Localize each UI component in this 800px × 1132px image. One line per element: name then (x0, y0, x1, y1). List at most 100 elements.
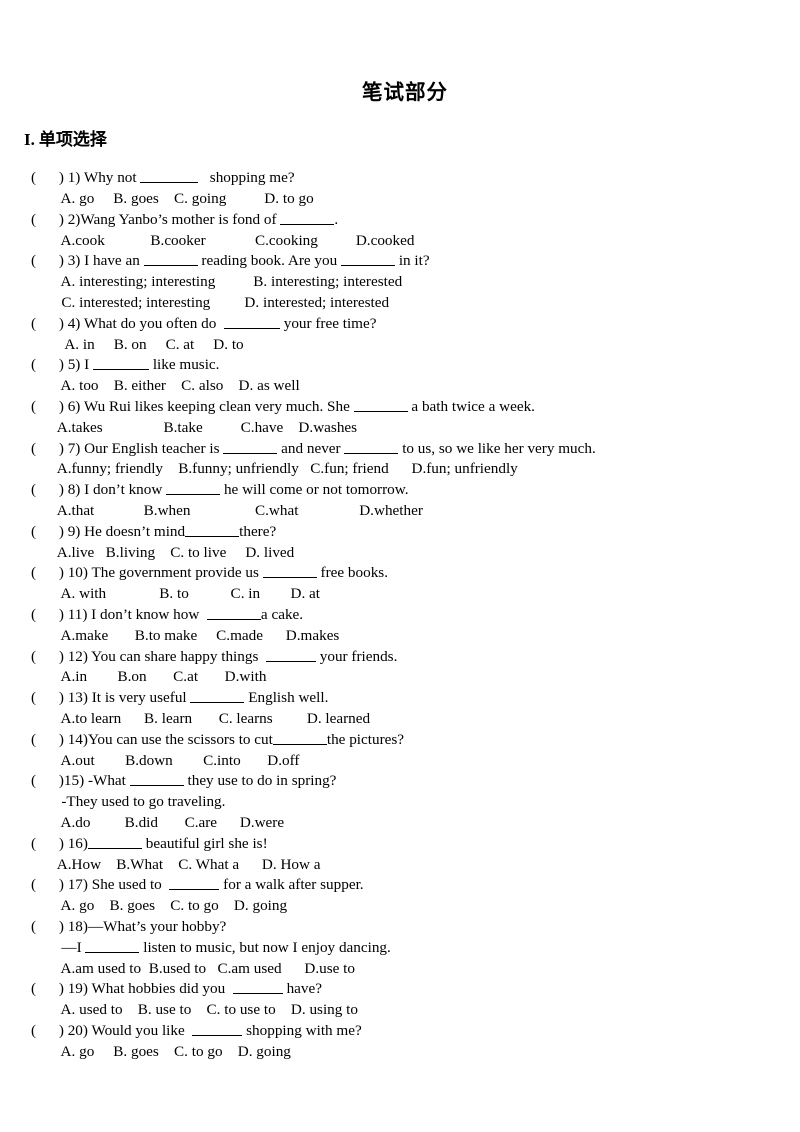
answer-blank[interactable] (143, 251, 198, 267)
question-text: have? (282, 980, 322, 998)
question-options[interactable]: A.funny; friendly B.funny; unfriendly C.… (0, 459, 800, 480)
answer-box[interactable]: ( ) (31, 440, 64, 457)
answer-box[interactable]: ( ) (31, 315, 64, 332)
question-options[interactable]: A. go B. goes C. to go D. going (0, 896, 800, 917)
question-stem: ( )15) -What they use to do in spring? (0, 771, 800, 792)
question-options[interactable]: A.live B.living C. to live D. lived (0, 543, 800, 564)
question-text: 20) Would you like (63, 1021, 193, 1039)
answer-blank[interactable] (272, 730, 327, 745)
answer-blank[interactable] (85, 938, 140, 953)
question-options[interactable]: A.in B.on C.at D.with (0, 667, 800, 688)
question-text: 2)Wang Yanbo’s mother is fond of (63, 210, 281, 228)
answer-blank[interactable] (223, 439, 278, 454)
question-stem: ( ) 6) Wu Rui likes keeping clean very m… (0, 397, 800, 418)
answer-blank[interactable] (232, 979, 283, 995)
answer-box[interactable]: ( ) (31, 835, 64, 852)
answer-blank[interactable] (206, 605, 261, 620)
question-text: 8) I don’t know (63, 481, 167, 499)
question-text: there? (239, 522, 277, 540)
question-options[interactable]: A.takes B.take C.have D.washes (0, 418, 800, 439)
question-text: 9) He doesn’t mind (63, 522, 186, 540)
question-options[interactable]: A.cook B.cooker C.cooking D.cooked (0, 231, 800, 252)
answer-box[interactable]: ( ) (31, 772, 64, 789)
question-options[interactable]: A. in B. on C. at D. to (0, 335, 800, 356)
question-item: ( ) 14)You can use the scissors to cut th… (0, 730, 800, 772)
answer-box[interactable]: ( ) (31, 481, 64, 498)
question-options[interactable]: A.out B.down C.into D.off (0, 751, 800, 772)
answer-blank[interactable] (192, 1021, 243, 1036)
question-item: ( ) 4) What do you often do your free ti… (0, 314, 800, 356)
answer-box[interactable]: ( ) (31, 980, 64, 997)
question-text: 17) She used to (63, 876, 170, 894)
question-stem: ( ) 9) He doesn’t mind there? (0, 522, 800, 543)
question-options[interactable]: A.How B.What C. What a D. How a (0, 855, 800, 876)
question-sub-line: —I listen to music, but now I enjoy danc… (0, 938, 800, 959)
question-text: to us, so we like her very much. (398, 439, 596, 457)
question-options[interactable]: A. go B. goes C. going D. to go (0, 189, 800, 210)
answer-blank[interactable] (265, 647, 316, 662)
question-options[interactable]: A. too B. either C. also D. as well (0, 376, 800, 397)
question-options[interactable]: A.am used to B.used to C.am used D.use t… (0, 959, 800, 980)
question-options[interactable]: A.do B.did C.are D.were (0, 813, 800, 834)
question-options[interactable]: A. go B. goes C. to go D. going (0, 1042, 800, 1063)
answer-blank[interactable] (140, 168, 199, 184)
question-text: they use to do in spring? (183, 772, 337, 790)
question-stem: ( ) 10) The government provide us free b… (0, 563, 800, 584)
question-stem: ( ) 14)You can use the scissors to cut th… (0, 730, 800, 751)
answer-box[interactable]: ( ) (31, 252, 64, 269)
answer-box[interactable]: ( ) (31, 1022, 64, 1039)
answer-blank[interactable] (341, 251, 396, 267)
answer-box[interactable]: ( ) (31, 564, 64, 581)
question-text: -They used to go traveling. (31, 793, 226, 811)
question-options[interactable]: A. with B. to C. in D. at (0, 584, 800, 605)
answer-blank[interactable] (129, 771, 184, 787)
question-text: for a walk after supper. (219, 876, 364, 894)
question-options[interactable]: A.that B.when C.what D.whether (0, 501, 800, 522)
answer-box[interactable]: ( ) (31, 356, 64, 373)
answer-blank[interactable] (87, 834, 142, 849)
answer-blank[interactable] (166, 480, 221, 496)
answer-blank[interactable] (185, 522, 240, 537)
answer-blank[interactable] (223, 314, 280, 329)
question-options[interactable]: A.make B.to make C.made D.makes (0, 626, 800, 647)
answer-box[interactable]: ( ) (31, 523, 64, 540)
question-options[interactable]: A. interesting; interesting B. interesti… (0, 272, 800, 293)
question-text: a bath twice a week. (407, 398, 535, 415)
question-options[interactable]: C. interested; interesting D. interested… (0, 293, 800, 314)
answer-blank[interactable] (262, 563, 317, 579)
answer-box[interactable]: ( ) (31, 398, 64, 415)
question-text: beautiful girl she is! (141, 834, 268, 852)
answer-box[interactable]: ( ) (31, 918, 64, 935)
answer-box[interactable]: ( ) (31, 876, 64, 893)
question-stem: ( ) 16) beautiful girl she is! (0, 834, 800, 855)
answer-box[interactable]: ( ) (31, 606, 64, 623)
question-text: shopping me? (198, 169, 295, 187)
question-options[interactable]: A.to learn B. learn C. learns D. learned (0, 709, 800, 730)
answer-box[interactable]: ( ) (31, 689, 64, 706)
answer-box[interactable]: ( ) (31, 169, 64, 186)
question-text: like music. (149, 356, 220, 374)
question-sub-line: -They used to go traveling. (0, 792, 800, 813)
question-text: 11) I don’t know how (63, 605, 207, 623)
answer-box[interactable]: ( ) (31, 648, 64, 665)
question-stem: ( ) 1) Why not shopping me? (0, 168, 800, 189)
answer-blank[interactable] (169, 875, 220, 891)
question-item: ( ) 18)—What’s your hobby? —I listen to … (0, 917, 800, 979)
question-text: 15) -What (63, 772, 130, 790)
answer-box[interactable]: ( ) (31, 211, 64, 228)
question-text: 12) You can share happy things (63, 647, 266, 665)
question-item: ( ) 3) I have an reading book. Are you i… (0, 251, 800, 313)
answer-blank[interactable] (280, 210, 335, 225)
question-stem: ( ) 2)Wang Yanbo’s mother is fond of . (0, 210, 800, 231)
question-item: ( ) 6) Wu Rui likes keeping clean very m… (0, 397, 800, 439)
question-options[interactable]: A. used to B. use to C. to use to D. usi… (0, 1000, 800, 1021)
answer-blank[interactable] (93, 355, 150, 371)
question-text: 19) What hobbies did you (63, 980, 233, 998)
answer-blank[interactable] (353, 397, 408, 412)
answer-box[interactable]: ( ) (31, 731, 64, 748)
answer-blank[interactable] (344, 439, 399, 454)
question-stem: ( ) 18)—What’s your hobby? (0, 917, 800, 938)
question-text: 1) Why not (63, 169, 141, 187)
answer-blank[interactable] (190, 688, 245, 704)
question-text: 3) I have an (63, 252, 144, 270)
